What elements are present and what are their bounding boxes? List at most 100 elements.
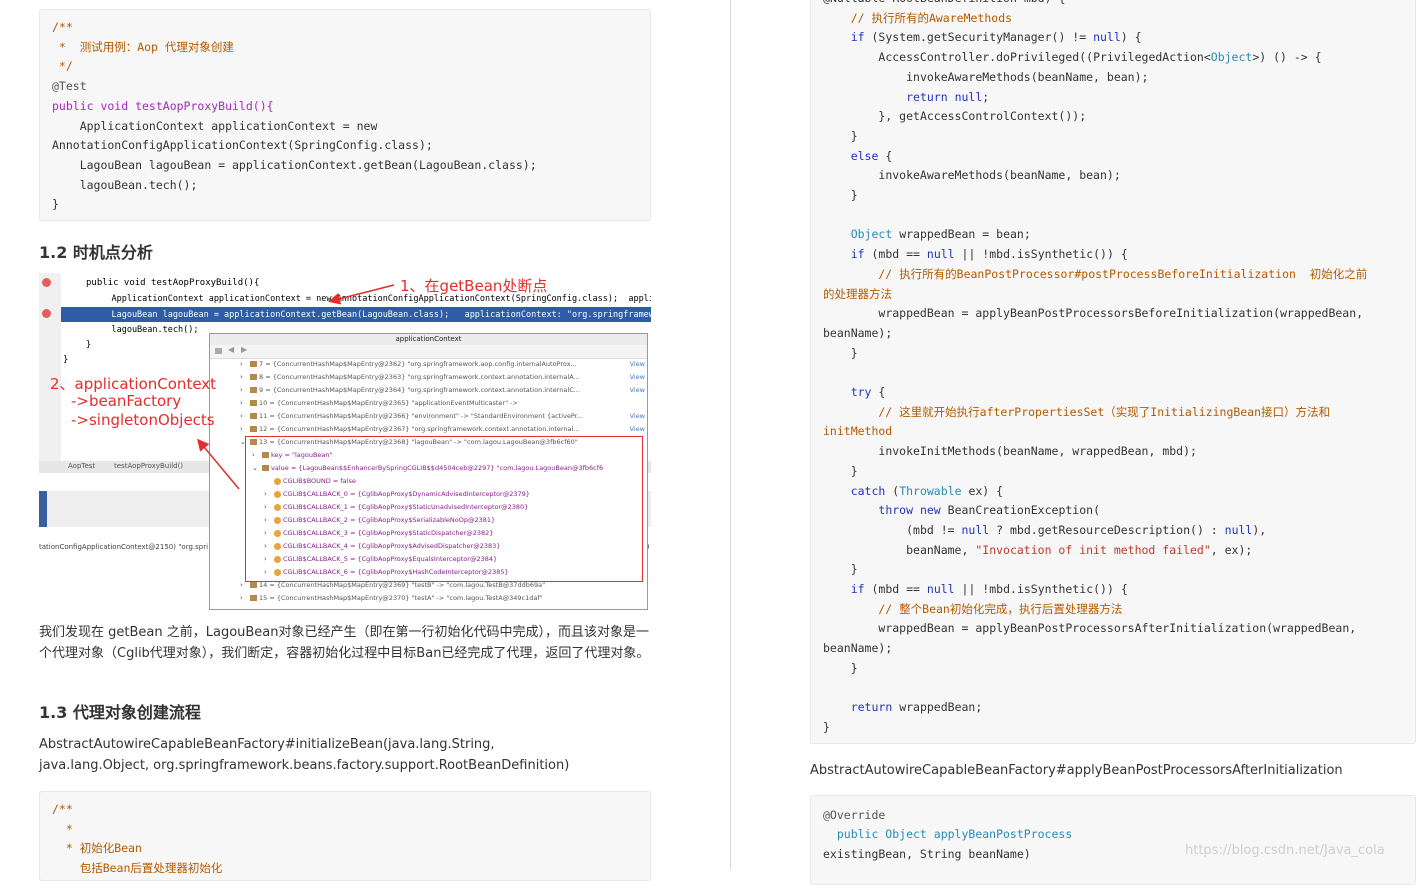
code-line: */ xyxy=(52,59,73,73)
code-token: ( xyxy=(885,483,900,498)
code-token: , xyxy=(1093,69,1107,84)
code-line: beanName); xyxy=(823,639,892,659)
code-token: () != xyxy=(1051,30,1094,45)
code-token: mbd xyxy=(1024,0,1045,5)
code-token: beanName xyxy=(823,325,879,340)
code-token: try xyxy=(850,385,872,399)
code-line: beanName, "Invocation of init method fai… xyxy=(823,541,1252,561)
code-line: // 执行所有的AwareMethods xyxy=(823,10,1013,25)
code-token: != xyxy=(933,522,962,537)
code-token: { xyxy=(878,148,893,163)
code-token: ) { xyxy=(1045,0,1066,5)
code-token: wrappedBean xyxy=(878,621,955,636)
code-token: ( xyxy=(823,522,914,537)
code-token: System xyxy=(878,30,920,45)
code-token: = xyxy=(954,306,976,321)
code-token: . xyxy=(1010,582,1017,596)
right-page: @Nullable RootBeanDefinition mbd) { // 执… xyxy=(732,0,1416,885)
arrow-to-lagoubean xyxy=(197,438,240,490)
code-token: "Invocation of init method failed" xyxy=(975,542,1211,557)
code-token: ); xyxy=(1238,542,1253,557)
code-token: , xyxy=(1148,444,1163,459)
code-line: }, getAccessControlContext()); xyxy=(823,107,1086,127)
code-token: @ xyxy=(823,0,830,5)
code-token: ); xyxy=(878,641,893,656)
code-token: || ! xyxy=(954,247,990,262)
code-token: } xyxy=(823,463,858,478)
code-token: null xyxy=(1224,522,1253,537)
code-line: * 测试用例：Aop 代理对象创建 xyxy=(52,40,234,54)
annotation-path-line: ->singletonObjects xyxy=(71,411,215,429)
code-line: invokeAwareMethods(beanName, bean); xyxy=(823,166,1120,186)
code-token: (( xyxy=(1079,50,1094,65)
code-token: } xyxy=(823,562,858,577)
code-line: @Nullable RootBeanDefinition mbd) { xyxy=(823,0,1065,9)
code-line: ApplicationContext applicationContext = … xyxy=(52,119,378,133)
code-token: null xyxy=(954,89,983,104)
code-line: lagouBean.tech(); xyxy=(52,178,198,192)
code-line: * 初始化Bean xyxy=(52,841,142,855)
code-token: ) { xyxy=(982,483,1004,498)
code-token: bean xyxy=(1106,69,1135,84)
code-token: mbd xyxy=(989,247,1011,262)
code-token: isSynthetic xyxy=(1016,582,1094,596)
code-block-test: /** * 测试用例：Aop 代理对象创建 */ @Test public vo… xyxy=(39,9,651,221)
code-token: == xyxy=(899,247,927,262)
code-line: 的处理器方法 xyxy=(823,286,892,301)
code-token: return xyxy=(906,89,948,104)
code-token: mbd xyxy=(1009,522,1031,537)
code-line: // 执行所有的BeanPostProcessor#postProcessBef… xyxy=(823,266,1368,281)
code-token: Object xyxy=(850,227,893,242)
code-line: public void testAopProxyBuild(){ xyxy=(52,97,274,117)
code-token: Nullable xyxy=(830,0,885,5)
code-token: ex xyxy=(968,483,983,498)
code-token: . xyxy=(1010,247,1017,262)
code-token: Throwable xyxy=(899,483,962,498)
code-token: ( xyxy=(864,247,879,262)
code-line: AccessController.doPrivileged((Privilege… xyxy=(823,48,1321,68)
annotation-arrows xyxy=(197,284,395,490)
method-signature-text: AbstractAutowireCapableBeanFactory#initi… xyxy=(39,737,570,773)
code-token: ; xyxy=(1023,227,1031,242)
code-line: /** xyxy=(52,802,73,816)
code-line: throw new BeanCreationException( xyxy=(823,501,1100,521)
code-token: catch xyxy=(850,483,886,498)
code-token: invokeAwareMethods xyxy=(906,69,1031,84)
code-token: if xyxy=(850,582,865,596)
annotation-path-line: 2、applicationContext xyxy=(50,375,217,393)
code-token: ( xyxy=(1030,69,1038,84)
analysis-paragraph: 我们发现在 getBean 之前，LagouBean对象已经产生（即在第一行初始… xyxy=(39,625,650,661)
code-token: ; xyxy=(982,89,990,104)
code-token: = xyxy=(975,227,997,242)
code-token: mbd xyxy=(878,582,900,596)
annotation-path-line: ->beanFactory xyxy=(71,392,182,410)
code-line: } xyxy=(823,344,858,364)
annotation-breakpoint: 1、在getBean处断点 xyxy=(400,277,548,295)
code-token: AccessController xyxy=(878,50,990,65)
code-token: null xyxy=(1093,30,1121,45)
code-line: 包括Bean后置处理器初始化 xyxy=(52,861,223,875)
code-token: ( xyxy=(996,444,1004,459)
code-line: } xyxy=(823,186,858,206)
code-token: if xyxy=(850,247,865,262)
code-token: beanName xyxy=(1009,168,1066,183)
code-line: return wrappedBean; xyxy=(823,698,983,718)
code-token: applyBeanPostProcessorsBeforeInitializat… xyxy=(975,306,1274,321)
code-token: Object xyxy=(1210,50,1253,65)
code-token: , xyxy=(961,542,976,557)
section-heading: 1.3 代理对象创建流程 xyxy=(39,703,201,722)
code-token: isSynthetic xyxy=(1016,247,1094,262)
code-line: try { xyxy=(823,383,886,403)
code-token: } xyxy=(823,128,858,143)
code-token: }, xyxy=(823,109,900,124)
code-line: invokeAwareMethods(beanName, bean); xyxy=(823,68,1148,88)
